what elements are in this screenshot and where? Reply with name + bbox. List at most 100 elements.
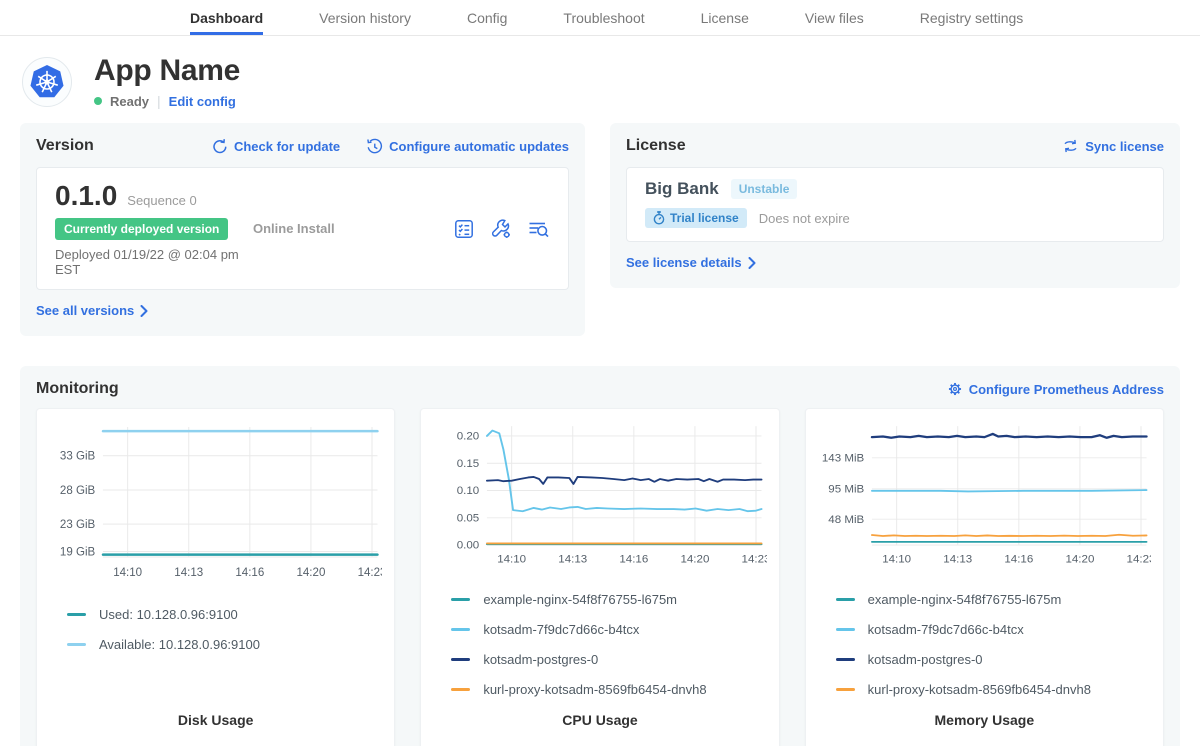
tab-registry-settings[interactable]: Registry settings [920,0,1023,35]
chart-plot: 14:1014:1314:1614:2014:2348 MiB95 MiB143… [818,417,1151,578]
legend-item: kurl-proxy-kotsadm-8569fb6454-dnvh8 [836,682,1151,697]
chart-legend: example-nginx-54f8f76755-l675m kotsadm-7f… [433,592,766,712]
legend-label: Available: 10.128.0.96:9100 [99,637,260,652]
svg-text:14:23: 14:23 [742,554,767,566]
svg-text:33 GiB: 33 GiB [60,450,95,463]
svg-text:0.20: 0.20 [457,431,479,443]
legend-item: kotsadm-7f9dc7d66c-b4tcx [451,622,766,637]
legend-item: example-nginx-54f8f76755-l675m [836,592,1151,607]
chart-title: Disk Usage [49,712,382,736]
check-for-update-button[interactable]: Check for update [211,138,340,155]
legend-item: Used: 10.128.0.96:9100 [67,607,382,622]
svg-text:14:10: 14:10 [113,566,142,579]
legend-label: kurl-proxy-kotsadm-8569fb6454-dnvh8 [483,682,706,697]
chevron-right-icon [140,305,148,317]
tab-troubleshoot[interactable]: Troubleshoot [563,0,644,35]
trial-license-badge: Trial license [645,208,747,228]
legend-item: example-nginx-54f8f76755-l675m [451,592,766,607]
legend-label: Used: 10.128.0.96:9100 [99,607,238,622]
svg-text:14:16: 14:16 [620,554,649,566]
license-card: License Sync license Big Bank Unstable [610,123,1180,288]
svg-text:14:13: 14:13 [559,554,588,566]
tab-dashboard[interactable]: Dashboard [190,0,263,35]
see-all-versions-link[interactable]: See all versions [36,303,148,318]
legend-color-dash [451,658,470,661]
config-wrench-icon[interactable] [490,218,512,240]
legend-label: example-nginx-54f8f76755-l675m [483,592,677,607]
preflight-checks-icon[interactable] [453,218,475,240]
svg-text:14:23: 14:23 [1126,554,1151,566]
gear-icon [947,381,963,397]
deployed-timestamp: Deployed 01/19/22 @ 02:04 pm EST [55,247,253,277]
chart-title: Memory Usage [818,712,1151,736]
chart-plot: 14:10 14:13 14:16 14:20 14:23 0.00 0.05 0.10 0.1… [433,417,766,578]
sync-license-button[interactable]: Sync license [1062,138,1164,154]
configure-automatic-updates-button[interactable]: Configure automatic updates [366,138,569,155]
chart-legend: example-nginx-54f8f76755-l675m kotsadm-7f… [818,592,1151,712]
legend-label: kotsadm-7f9dc7d66c-b4tcx [868,622,1024,637]
svg-text:0.15: 0.15 [457,458,479,470]
legend-item: kurl-proxy-kotsadm-8569fb6454-dnvh8 [451,682,766,697]
svg-text:14:20: 14:20 [1065,554,1094,566]
legend-color-dash [451,688,470,691]
legend-item: kotsadm-7f9dc7d66c-b4tcx [836,622,1151,637]
svg-text:14:10: 14:10 [498,554,527,566]
svg-text:95 MiB: 95 MiB [828,484,864,496]
legend-color-dash [836,598,855,601]
deployed-badge: Currently deployed version [55,218,228,240]
tab-version-history[interactable]: Version history [319,0,411,35]
legend-label: kurl-proxy-kotsadm-8569fb6454-dnvh8 [868,682,1091,697]
svg-text:14:16: 14:16 [1004,554,1033,566]
tab-view-files[interactable]: View files [805,0,864,35]
legend-item: kotsadm-postgres-0 [451,652,766,667]
legend-color-dash [836,628,855,631]
version-number: 0.1.0 [55,180,117,212]
tab-bar: Dashboard Version history Config Troublesho… [0,0,1200,36]
see-license-details-link[interactable]: See license details [626,255,756,270]
page-title: App Name [94,54,240,88]
legend-color-dash [67,643,86,646]
status-dot-icon [94,97,102,105]
svg-text:19 GiB: 19 GiB [60,545,95,558]
configure-prometheus-button[interactable]: Configure Prometheus Address [947,381,1164,397]
svg-text:0.00: 0.00 [457,540,479,552]
view-logs-icon[interactable] [527,218,550,240]
chevron-right-icon [748,257,756,269]
legend-label: example-nginx-54f8f76755-l675m [868,592,1062,607]
chart-plot: 14:1014:1314:1614:2014:2319 GiB23 GiB28 … [49,417,382,593]
edit-config-link[interactable]: Edit config [169,94,236,109]
svg-text:0.10: 0.10 [457,485,479,497]
legend-color-dash [451,598,470,601]
kubernetes-app-icon [22,57,72,107]
app-header: App Name Ready | Edit config [0,36,1200,119]
chart-legend: Used: 10.128.0.96:9100 Available: 10.128.… [49,607,382,667]
tab-license[interactable]: License [701,0,749,35]
version-card: Version Check for update [20,123,585,336]
svg-text:0.05: 0.05 [457,513,479,525]
stopwatch-icon [653,211,665,225]
install-type-label: Online Install [253,221,453,236]
legend-color-dash [451,628,470,631]
monitoring-panel: Monitoring Configure Prometheus Address … [20,366,1180,746]
chart-card-disk-usage: 14:1014:1314:1614:2014:2319 GiB23 GiB28 … [36,408,395,746]
license-expiry: Does not expire [759,211,850,226]
svg-text:14:10: 14:10 [882,554,911,566]
svg-text:14:20: 14:20 [681,554,710,566]
svg-text:14:13: 14:13 [174,566,203,579]
legend-item: Available: 10.128.0.96:9100 [67,637,382,652]
sync-arrows-icon [1062,138,1079,154]
kubernetes-logo-icon [29,64,65,100]
legend-color-dash [836,688,855,691]
svg-text:143 MiB: 143 MiB [822,453,864,465]
license-heading: License [626,137,686,155]
schedule-icon [366,138,383,155]
app-status: Ready [110,94,149,109]
svg-text:14:20: 14:20 [296,566,325,579]
version-sequence: Sequence 0 [127,193,196,208]
tab-config[interactable]: Config [467,0,507,35]
legend-label: kotsadm-postgres-0 [483,652,598,667]
svg-text:48 MiB: 48 MiB [828,514,864,526]
license-customer-name: Big Bank [645,179,719,199]
refresh-icon [211,138,228,155]
legend-label: kotsadm-7f9dc7d66c-b4tcx [483,622,639,637]
